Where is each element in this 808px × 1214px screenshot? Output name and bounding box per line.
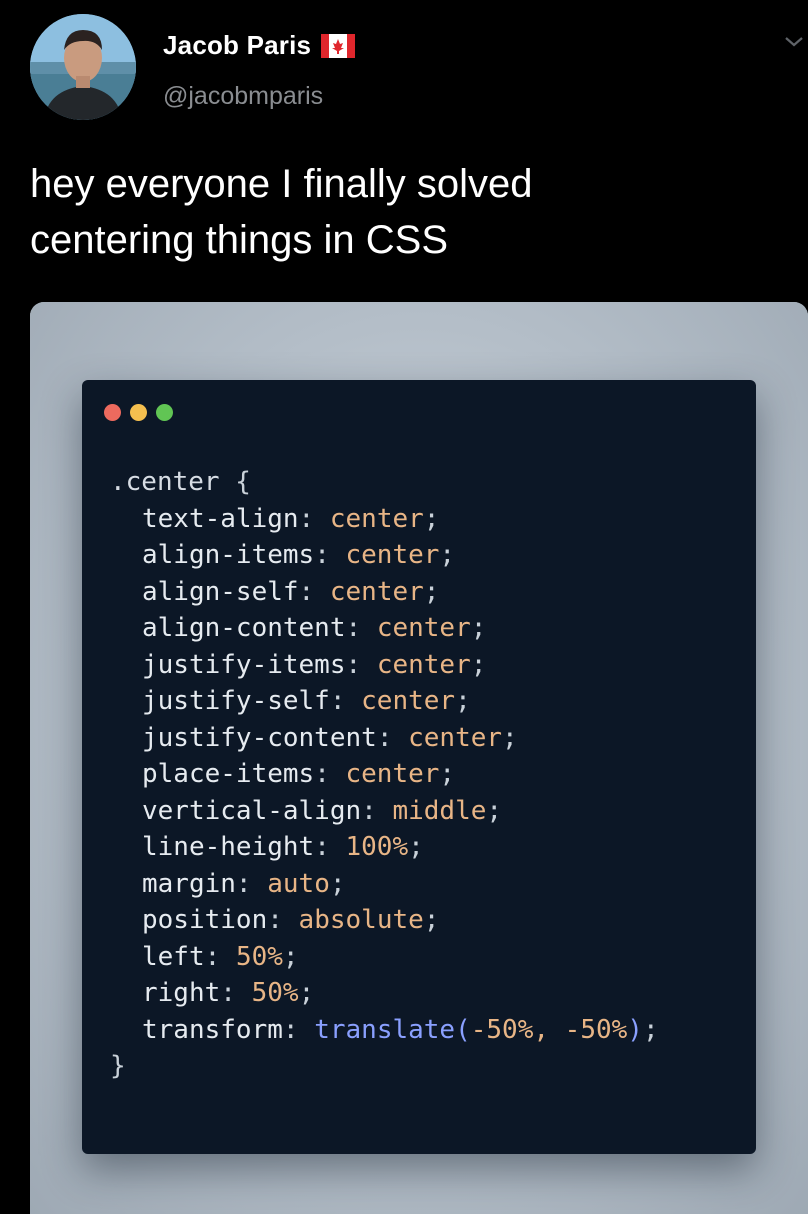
code-line-declaration: justify-content: center; — [142, 722, 518, 753]
css-value: middle — [392, 795, 487, 826]
close-dot-icon — [104, 404, 121, 421]
css-property: margin — [142, 868, 236, 899]
css-property: left — [142, 941, 205, 972]
css-selector: .center — [110, 467, 220, 497]
css-property: justify-content — [142, 722, 377, 753]
maximize-dot-icon — [156, 404, 173, 421]
code-line-declaration: text-align: center; — [142, 503, 440, 534]
css-property: justify-self — [142, 686, 330, 716]
close-brace: } — [110, 1051, 126, 1081]
avatar[interactable] — [30, 14, 136, 120]
css-property: align-self — [142, 576, 299, 607]
code-line-declaration: vertical-align: middle; — [142, 795, 503, 826]
css-property: line-height — [142, 832, 315, 862]
tweet-text: hey everyone I finally solved centering … — [30, 156, 770, 268]
profile-photo — [30, 14, 136, 120]
css-function-args: -50%, -50% — [470, 1014, 628, 1045]
code-line-declaration: right: 50%; — [142, 978, 315, 1008]
code-line-declaration: justify-items: center; — [142, 649, 487, 680]
css-property: transform — [142, 1014, 283, 1045]
css-property: align-content — [142, 613, 346, 643]
css-value: center — [329, 576, 424, 607]
css-value: center — [345, 540, 440, 570]
css-value: center — [329, 503, 424, 534]
css-property: place-items — [142, 759, 315, 789]
css-property: text-align — [142, 503, 299, 534]
code-line-declaration: margin: auto; — [142, 868, 346, 899]
tweet-header: Jacob Paris @jacobmparis — [0, 0, 808, 140]
chevron-down-icon[interactable] — [780, 30, 808, 52]
author-name-text[interactable]: Jacob Paris — [163, 30, 311, 61]
author-name[interactable]: Jacob Paris — [163, 30, 356, 61]
tweet-text-line: centering things in CSS — [30, 218, 449, 262]
open-brace: { — [235, 467, 251, 497]
code-line-declaration: line-height: 100%; — [142, 832, 424, 862]
css-value: center — [408, 722, 503, 753]
css-value: center — [376, 613, 471, 643]
css-property: position — [142, 905, 268, 935]
code-line-selector: .center { — [110, 464, 659, 501]
author-handle[interactable]: @jacobmparis — [163, 82, 323, 111]
code-line-declaration: align-self: center; — [142, 576, 440, 607]
css-value: auto — [267, 868, 330, 899]
code-line-declaration: position: absolute; — [142, 905, 440, 935]
code-line-declaration: justify-self: center; — [142, 686, 471, 716]
css-value: center — [376, 649, 471, 680]
css-value: center — [345, 759, 440, 789]
code-line-declaration: transform: translate(-50%, -50%); — [142, 1014, 659, 1045]
css-value: 50% — [235, 941, 283, 972]
css-value: center — [361, 686, 456, 716]
css-property: right — [142, 978, 221, 1008]
code-line-declaration: align-items: center; — [142, 540, 456, 570]
tweet-text-line: hey everyone I finally solved — [30, 162, 533, 206]
css-property: align-items — [142, 540, 315, 570]
code-line-declaration: align-content: center; — [142, 613, 487, 643]
code-line-declaration: place-items: center; — [142, 759, 456, 789]
css-code-block: .center {text-align: center; align-items:… — [110, 464, 659, 1085]
css-value: 100% — [345, 832, 409, 862]
tweet-media-image[interactable]: .center {text-align: center; align-items:… — [30, 302, 808, 1214]
css-function: translate — [314, 1014, 456, 1045]
canada-flag-icon — [321, 33, 356, 58]
css-property: vertical-align — [142, 795, 362, 826]
css-value: 50% — [251, 978, 299, 1008]
css-property: justify-items — [142, 649, 346, 680]
css-value: absolute — [298, 905, 424, 935]
code-line-close: } — [110, 1048, 659, 1085]
code-window: .center {text-align: center; align-items:… — [82, 380, 756, 1154]
minimize-dot-icon — [130, 404, 147, 421]
code-line-declaration: left: 50%; — [142, 941, 299, 972]
window-controls — [104, 404, 173, 421]
